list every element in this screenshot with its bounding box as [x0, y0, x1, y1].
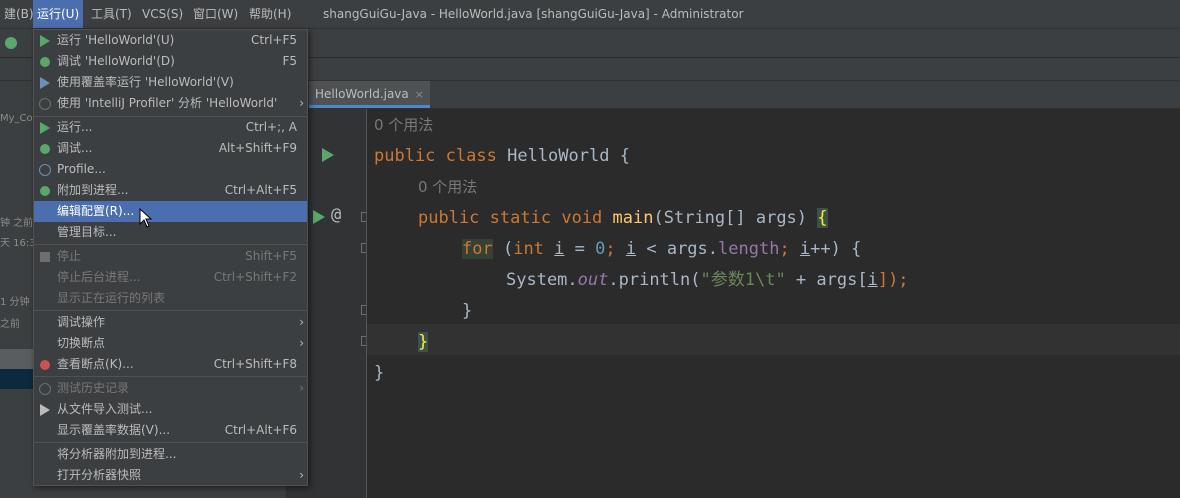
- history-clock-icon: [38, 382, 52, 396]
- menu-build[interactable]: 建(B): [0, 0, 38, 28]
- play-icon: [38, 34, 52, 48]
- chevron-right-icon: ›: [299, 96, 304, 110]
- editor-tab-bar: HelloWorld.java ×: [287, 81, 1180, 109]
- list-item-selected[interactable]: [0, 369, 33, 389]
- menu-item-show-running-list[interactable]: 显示正在运行的列表: [34, 288, 307, 309]
- play-icon: [38, 121, 52, 135]
- code-line: System.out.println("参数1\t" + args[i]);: [506, 270, 909, 290]
- menu-item-stop[interactable]: 停止 Shift+F5: [34, 246, 307, 267]
- menu-separator: [34, 310, 307, 311]
- menu-separator: [34, 442, 307, 443]
- code-hint: 0 个用法: [418, 178, 478, 196]
- run-main-icon[interactable]: [313, 210, 325, 224]
- profiler-icon: [38, 97, 52, 111]
- menu-bar: 建(B) 运行(U) 工具(T) VCS(S) 窗口(W) 帮助(H) shan…: [0, 0, 1180, 29]
- menu-item-toggle-breakpoint[interactable]: 切换断点 ›: [34, 333, 307, 354]
- menu-item-run-dialog[interactable]: 运行... Ctrl+;, A: [34, 117, 307, 138]
- menu-window[interactable]: 窗口(W): [189, 0, 242, 28]
- vcs-time-text: 之前: [0, 319, 20, 330]
- profile-gauge-icon: [38, 163, 52, 177]
- breakpoints-icon: [38, 358, 52, 372]
- menu-run[interactable]: 运行(U): [33, 0, 84, 28]
- debug-icon: [38, 55, 52, 69]
- menu-item-import-tests[interactable]: 从文件导入测试...: [34, 399, 307, 420]
- debug-icon: [38, 142, 52, 156]
- menu-item-edit-configurations[interactable]: 编辑配置(R)...: [34, 201, 307, 222]
- vcs-time-text: 1 分钟: [0, 297, 30, 308]
- debug-icon[interactable]: [5, 37, 17, 49]
- code-line: }: [418, 332, 429, 352]
- code-line: public class HelloWorld {: [374, 146, 630, 166]
- run-class-icon[interactable]: [322, 148, 334, 162]
- code-line: for (int i = 0; i < args.length; i++) {: [462, 239, 862, 259]
- override-at-icon[interactable]: @: [331, 205, 341, 225]
- menu-item-debug-actions[interactable]: 调试操作 ›: [34, 312, 307, 333]
- current-line-highlight: [367, 324, 1180, 355]
- menu-item-view-breakpoints[interactable]: 查看断点(K)... Ctrl+Shift+F8: [34, 354, 307, 375]
- code-editor[interactable]: 0 个用法 public class HelloWorld { 0 个用法 pu…: [367, 109, 1180, 498]
- menu-separator: [34, 376, 307, 377]
- menu-item-attach-to-process[interactable]: 附加到进程... Ctrl+Alt+F5: [34, 180, 307, 201]
- chevron-right-icon: ›: [299, 336, 304, 350]
- menu-item-profile-with-intellij[interactable]: 使用 'IntelliJ Profiler' 分析 'HelloWorld' ›: [34, 93, 307, 114]
- menu-item-debug-dialog[interactable]: 调试... Alt+Shift+F9: [34, 138, 307, 159]
- menu-item-test-history[interactable]: 测试历史记录 ›: [34, 378, 307, 399]
- menu-item-attach-profiler[interactable]: 将分析器附加到进程...: [34, 444, 307, 465]
- menu-item-manage-targets[interactable]: 管理目标...: [34, 222, 307, 243]
- menu-separator: [34, 244, 307, 245]
- code-line: }: [462, 301, 473, 321]
- code-line: }: [374, 363, 385, 383]
- menu-vcs[interactable]: VCS(S): [138, 0, 187, 28]
- mouse-cursor-icon: [139, 208, 153, 228]
- menu-item-stop-background[interactable]: 停止后台进程... Ctrl+Shift+F2: [34, 267, 307, 288]
- menu-item-profile[interactable]: Profile...: [34, 159, 307, 180]
- stop-icon: [38, 250, 52, 264]
- menu-tools[interactable]: 工具(T): [87, 0, 136, 28]
- menu-item-run-helloworld[interactable]: 运行 'HelloWorld'(U) Ctrl+F5: [34, 30, 307, 51]
- tab-helloworld-java[interactable]: HelloWorld.java ×: [309, 81, 430, 108]
- list-item[interactable]: [0, 349, 33, 369]
- import-icon: [38, 403, 52, 417]
- menu-item-show-coverage-data[interactable]: 显示覆盖率数据(V)... Ctrl+Alt+F6: [34, 420, 307, 441]
- chevron-right-icon: ›: [299, 381, 304, 395]
- project-item-text: My_Co: [0, 113, 33, 124]
- menu-item-debug-helloworld[interactable]: 调试 'HelloWorld'(D) F5: [34, 51, 307, 72]
- chevron-right-icon: ›: [299, 468, 304, 482]
- close-icon[interactable]: ×: [415, 88, 424, 101]
- menu-help[interactable]: 帮助(H): [245, 0, 295, 28]
- run-menu-dropdown: 运行 'HelloWorld'(U) Ctrl+F5 调试 'HelloWorld…: [33, 29, 308, 486]
- chevron-right-icon: ›: [299, 315, 304, 329]
- code-line: public static void main(String[] args) {: [418, 208, 828, 228]
- vcs-time-text: 天 16:3: [0, 238, 36, 249]
- coverage-icon: [38, 76, 52, 90]
- attach-debugger-icon: [38, 184, 52, 198]
- vcs-time-text: 钟 之前: [0, 218, 34, 229]
- code-hint: 0 个用法: [374, 116, 434, 134]
- window-title: shangGuiGu-Java - HelloWorld.java [shang…: [323, 7, 744, 21]
- menu-item-run-with-coverage[interactable]: 使用覆盖率运行 'HelloWorld'(V): [34, 72, 307, 93]
- menu-item-open-profiler-snapshot[interactable]: 打开分析器快照 ›: [34, 465, 307, 486]
- tab-label: HelloWorld.java: [315, 87, 409, 101]
